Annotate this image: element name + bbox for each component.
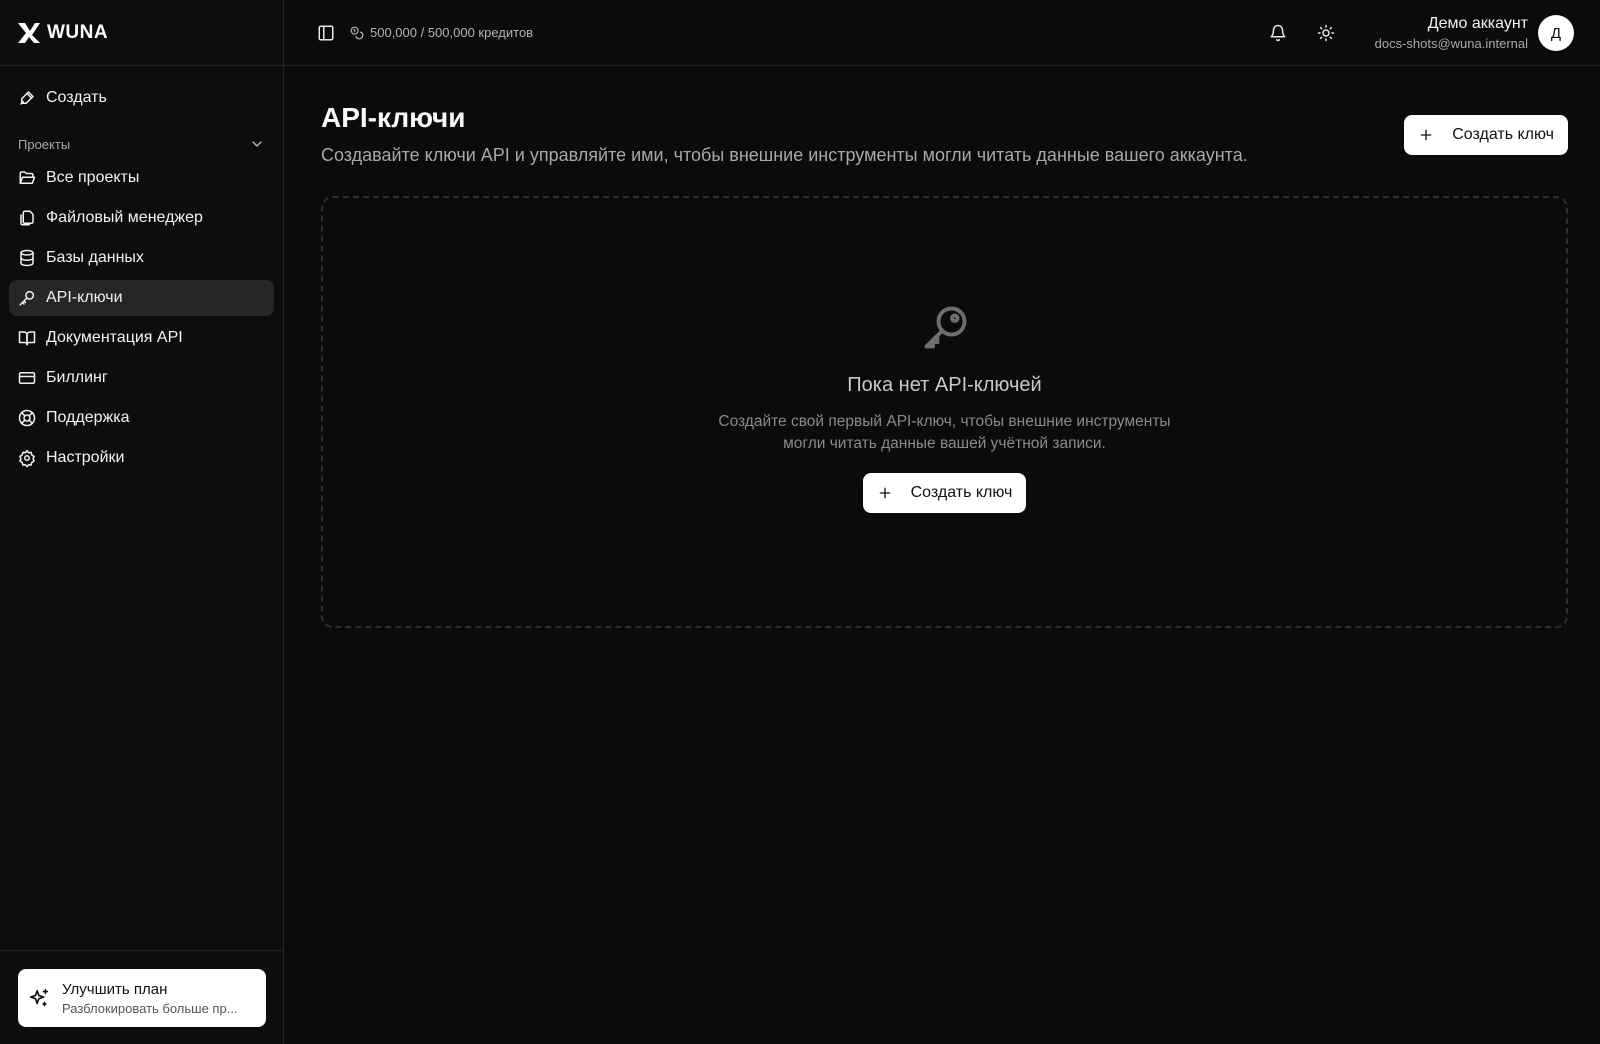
sidebar-item-api-docs[interactable]: Документация API — [9, 320, 274, 356]
theme-toggle-button[interactable] — [1311, 18, 1341, 48]
sidebar-item-support[interactable]: Поддержка — [9, 400, 274, 436]
key-icon — [18, 289, 36, 307]
account-info[interactable]: Демо аккаунт docs-shots@wuna.internal — [1375, 15, 1528, 51]
sidebar-item-databases[interactable]: Базы данных — [9, 240, 274, 276]
notifications-button[interactable] — [1263, 18, 1293, 48]
account-email: docs-shots@wuna.internal — [1374, 36, 1528, 51]
chevron-down-icon — [252, 141, 262, 147]
credits-indicator: 500,000 / 500,000 кредитов — [350, 25, 533, 40]
sidebar-item-label: Настройки — [46, 449, 125, 466]
topbar-actions: Демо аккаунт docs-shots@wuna.internal Д — [1263, 0, 1574, 66]
sun-icon — [1317, 24, 1334, 42]
wuna-logo-icon — [18, 22, 40, 43]
sidebar-item-label: Все проекты — [46, 169, 140, 186]
empty-text-line: могли читать данные вашей учётной записи… — [783, 435, 1106, 452]
sidebar-toggle-button[interactable] — [314, 21, 338, 45]
empty-create-key-button[interactable]: Создать ключ — [862, 473, 1027, 513]
empty-text: Создайте свой первый API-ключ, чтобы вне… — [323, 411, 1566, 455]
sidebar-nav: Все проекты Файловый менеджер Базы данны… — [0, 160, 283, 476]
topbar: 500,000 / 500,000 кредитов Демо аккаунт … — [284, 0, 1600, 66]
database-icon — [18, 249, 36, 267]
create-key-label: Создать ключ — [1452, 126, 1554, 143]
sidebar-item-label: Базы данных — [46, 249, 144, 266]
upgrade-plan-button[interactable]: Улучшить план Разблокировать больше пр..… — [18, 969, 266, 1027]
sidebar-item-label: Поддержка — [46, 409, 130, 426]
section-label: Проекты — [18, 136, 71, 152]
sidebar-item-all-projects[interactable]: Все проекты — [9, 160, 274, 196]
empty-create-key-label: Создать ключ — [910, 484, 1013, 501]
brand-logo[interactable]: WUNA — [0, 0, 283, 66]
files-icon — [18, 209, 36, 227]
sidebar-item-create[interactable]: Создать — [9, 80, 274, 116]
brush-icon — [18, 89, 36, 107]
credit-card-icon — [18, 369, 36, 387]
sidebar-item-settings[interactable]: Настройки — [9, 440, 274, 476]
create-key-button[interactable]: Создать ключ — [1404, 115, 1568, 155]
sparkles-icon — [29, 988, 49, 1007]
sidebar-item-label: Файловый менеджер — [46, 209, 203, 226]
empty-text-line: Создайте свой первый API-ключ, чтобы вне… — [718, 413, 1171, 430]
empty-title: Пока нет API-ключей — [847, 374, 1042, 396]
panel-left-icon — [318, 25, 334, 40]
sidebar-item-api-keys[interactable]: API-ключи — [9, 280, 274, 316]
sidebar-item-label: Создать — [46, 89, 107, 106]
upgrade-subtitle: Разблокировать больше пр... — [62, 1000, 238, 1016]
empty-state: Пока нет API-ключей Создайте свой первый… — [321, 196, 1568, 628]
sidebar-item-billing[interactable]: Биллинг — [9, 360, 274, 396]
book-open-icon — [18, 329, 36, 347]
upgrade-title: Улучшить план — [62, 980, 168, 998]
account-name: Демо аккаунт — [1427, 15, 1528, 32]
projects-section-toggle[interactable]: Проекты — [18, 132, 265, 156]
page-title: API-ключи — [321, 102, 466, 133]
sidebar-item-label: Биллинг — [46, 369, 108, 386]
key-icon — [924, 306, 966, 349]
sidebar-item-label: API-ключи — [46, 289, 123, 306]
avatar-initial: Д — [1550, 24, 1562, 42]
avatar[interactable]: Д — [1538, 15, 1574, 51]
life-buoy-icon — [18, 409, 36, 427]
sidebar-item-file-manager[interactable]: Файловый менеджер — [9, 200, 274, 236]
folder-open-icon — [18, 169, 36, 187]
plus-icon — [879, 487, 890, 499]
bell-icon — [1270, 24, 1286, 42]
coins-icon — [350, 26, 364, 39]
settings-icon — [18, 449, 36, 467]
sidebar: WUNA Создать Проекты Все проекты Файловы… — [0, 0, 284, 1044]
empty-key-icon-wrap — [323, 302, 1566, 354]
credits-text: 500,000 / 500,000 кредитов — [370, 25, 534, 40]
plus-icon — [1420, 129, 1432, 141]
brand-name: WUNA — [47, 21, 109, 43]
page-subtitle: Создавайте ключи API и управляйте ими, ч… — [321, 145, 1248, 165]
sidebar-footer: Улучшить план Разблокировать больше пр..… — [0, 950, 283, 1044]
sidebar-item-label: Документация API — [46, 329, 183, 346]
